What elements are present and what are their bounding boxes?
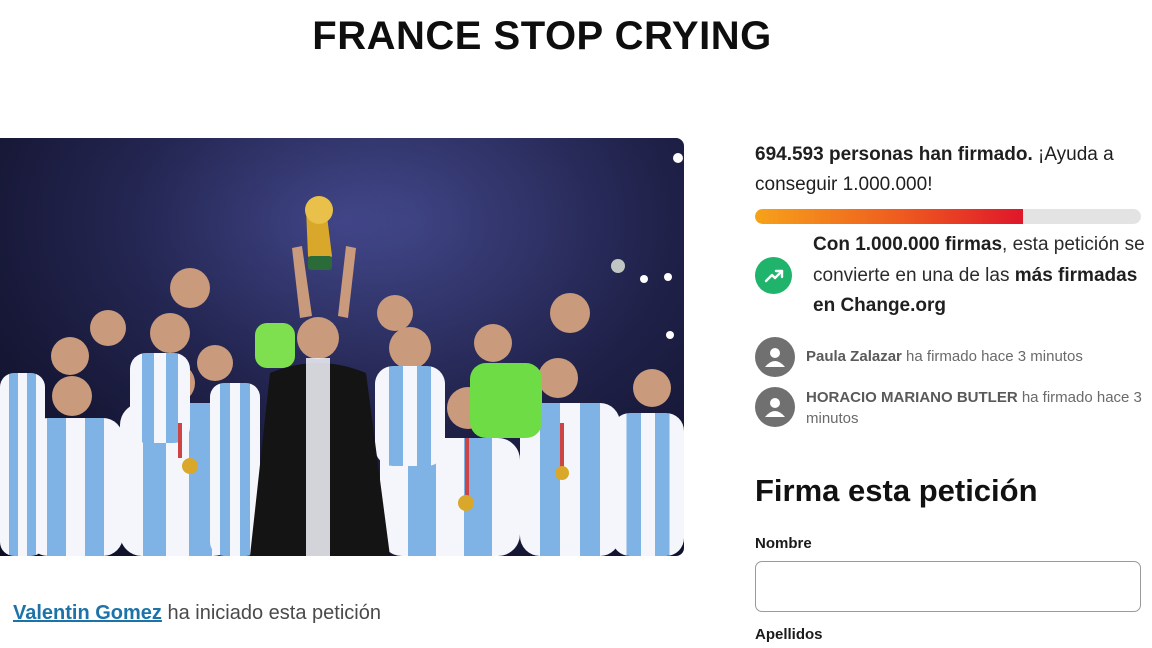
starter-link[interactable]: Valentin Gomez (13, 602, 162, 624)
goal-info: Con 1.000.000 firmas, esta petición se c… (755, 230, 1145, 322)
petition-page: FRANCE STOP CRYING Valentin Gomez ha ini… (0, 0, 1152, 648)
recent-signer-text: Paula Zalazar ha firmado hace 3 minutos (806, 337, 1083, 367)
trending-up-icon (755, 257, 792, 295)
recent-signer: Paula Zalazar ha firmado hace 3 minutos (755, 337, 1145, 377)
signer-name: Paula Zalazar (806, 348, 902, 365)
signature-count-text: 694.593 personas han firmado. ¡Ayuda a c… (755, 140, 1141, 200)
signature-progress-bar (755, 209, 1141, 224)
sign-form-title: Firma esta petición (755, 473, 1038, 508)
first-name-input[interactable] (755, 561, 1141, 612)
user-icon (755, 337, 795, 377)
petition-hero-image (0, 138, 684, 556)
starter-suffix: ha iniciado esta petición (161, 602, 381, 624)
petition-starter: Valentin Gomez ha iniciado esta petición (13, 602, 381, 625)
signer-name: HORACIO MARIANO BUTLER (806, 389, 1018, 406)
last-name-label: Apellidos (755, 626, 823, 643)
progress-fill (755, 209, 1024, 224)
user-icon (755, 387, 795, 427)
goal-text: Con 1.000.000 firmas, esta petición se c… (813, 230, 1145, 322)
recent-signer-text: HORACIO MARIANO BUTLER ha firmado hace 3… (806, 387, 1145, 429)
signature-summary: 694.593 personas han firmado. ¡Ayuda a c… (755, 140, 1141, 200)
recent-signer: HORACIO MARIANO BUTLER ha firmado hace 3… (755, 387, 1145, 429)
signature-count: 694.593 personas han firmado. (755, 144, 1033, 165)
team-celebration-photo (0, 138, 684, 556)
signer-action: ha firmado hace 3 minutos (901, 348, 1083, 365)
first-name-label: Nombre (755, 535, 812, 552)
petition-title: FRANCE STOP CRYING (312, 14, 772, 58)
goal-bold: Con 1.000.000 firmas (813, 234, 1003, 255)
